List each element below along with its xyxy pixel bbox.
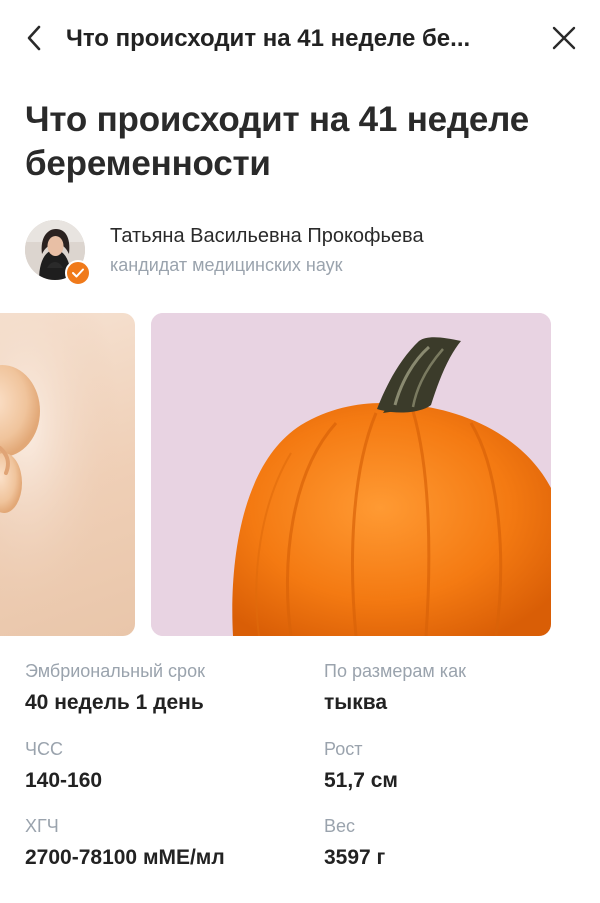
stat-embryonic-term: Эмбриональный срок 40 недель 1 день	[25, 660, 315, 716]
stat-value: 3597 г	[324, 846, 386, 869]
author-name[interactable]: Татьяна Васильевна Прокофьева	[110, 224, 424, 248]
stat-label: По размерам как	[324, 661, 466, 681]
top-bar: Что происходит на 41 неделе бе...	[0, 0, 600, 76]
pumpkin-image-card[interactable]	[151, 313, 551, 636]
pumpkin-image	[151, 313, 551, 636]
stat-label: ХГЧ	[25, 816, 59, 836]
page-title: Что происходит на 41 неделе беременности	[25, 100, 530, 183]
stat-weight: Вес 3597 г	[324, 815, 600, 871]
stat-value: 51,7 см	[324, 769, 398, 792]
stat-hcg: ХГЧ 2700-78100 мМЕ/мл	[25, 815, 315, 871]
stat-label: Вес	[324, 816, 356, 836]
stat-height: Рост 51,7 см	[324, 738, 600, 794]
header-title: Что происходит на 41 неделе бе...	[66, 25, 471, 52]
chevron-left-icon	[27, 25, 41, 51]
author-block[interactable]: Татьяна Васильевна Прокофьева кандидат м…	[25, 220, 585, 286]
close-icon	[552, 26, 576, 50]
stat-size-like: По размерам как тыква	[324, 660, 600, 716]
stat-value: 140-160	[25, 769, 103, 792]
stat-label: ЧСС	[25, 739, 63, 759]
embryo-image-card[interactable]	[0, 313, 135, 636]
embryo-image	[0, 313, 135, 636]
check-icon	[72, 268, 84, 278]
stat-value: 2700-78100 мМЕ/мл	[25, 846, 225, 869]
verified-badge	[65, 260, 91, 286]
stat-heart-rate: ЧСС 140-160	[25, 738, 315, 794]
stat-label: Эмбриональный срок	[25, 661, 205, 681]
author-role: кандидат медицинских наук	[110, 255, 343, 275]
stat-value: тыква	[324, 691, 388, 714]
back-button[interactable]	[18, 22, 50, 54]
stat-value: 40 недель 1 день	[25, 691, 204, 714]
stat-label: Рост	[324, 739, 363, 759]
close-button[interactable]	[546, 20, 582, 56]
